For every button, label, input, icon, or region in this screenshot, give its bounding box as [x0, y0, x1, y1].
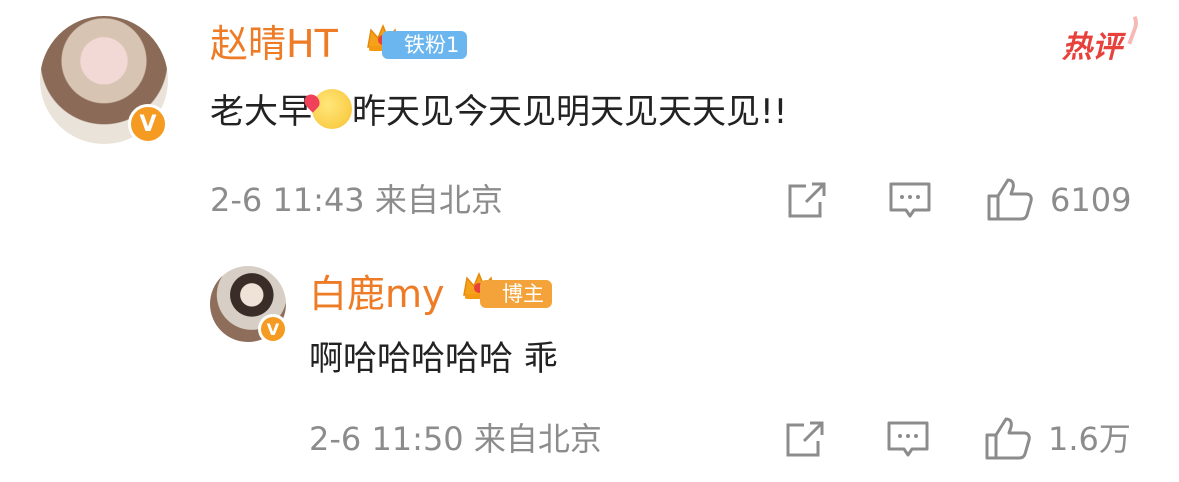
fan-level-badge[interactable]: 铁粉1 — [382, 31, 468, 59]
share-icon[interactable] — [784, 419, 826, 459]
comment-icon[interactable] — [888, 180, 932, 220]
comment-location: 来自北京 — [374, 181, 503, 219]
reply-location: 来自北京 — [473, 420, 602, 458]
like-count: 6109 — [1050, 181, 1132, 219]
comment-text-before: 老大早 — [210, 92, 312, 132]
comment-meta: 2-6 11:43 来自北京 — [210, 180, 503, 220]
like-icon[interactable] — [984, 415, 1032, 461]
reply-username[interactable]: 白鹿my — [309, 272, 445, 316]
comment-text: 老大早 昨天见今天见明天见天天见!! — [210, 89, 787, 134]
comment-timestamp: 2-6 11:43 — [210, 181, 365, 219]
kiss-emoji-icon — [312, 89, 352, 129]
like-icon[interactable] — [986, 176, 1034, 222]
verified-icon: V — [128, 104, 168, 144]
hot-comment-tag: 热评 — [1062, 30, 1122, 65]
reply-text: 啊哈哈哈哈哈 乖 — [309, 339, 558, 379]
reply-meta: 2-6 11:50 来自北京 — [309, 419, 602, 459]
comment-icon[interactable] — [886, 419, 930, 459]
verified-icon: V — [258, 314, 288, 344]
reply-timestamp: 2-6 11:50 — [309, 420, 464, 458]
share-icon[interactable] — [786, 180, 828, 220]
like-count: 1.6万 — [1048, 420, 1131, 458]
comment-text-after: 昨天见今天见明天见天天见!! — [352, 92, 788, 132]
blogger-badge[interactable]: 博主 — [480, 280, 552, 308]
commenter-username[interactable]: 赵晴HT — [210, 22, 338, 66]
